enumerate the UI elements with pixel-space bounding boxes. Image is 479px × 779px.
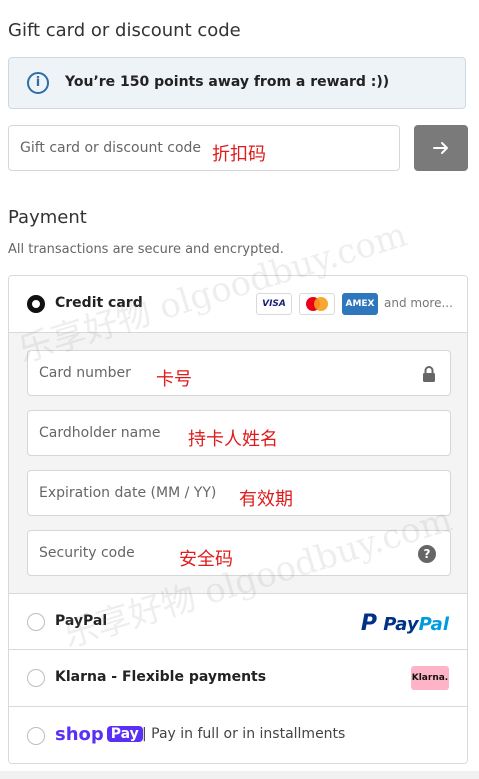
reward-info-banner: i You’re 150 points away from a reward :… xyxy=(8,57,466,109)
paypal-label: PayPal xyxy=(55,613,108,629)
expiration-date-field[interactable]: Expiration date (MM / YY) 有效期 xyxy=(27,470,451,516)
expiration-date-placeholder: Expiration date (MM / YY) xyxy=(39,485,217,501)
apply-code-button[interactable] xyxy=(414,125,468,171)
security-code-annotation: 安全码 xyxy=(179,549,233,570)
shop-pay-description: | Pay in full or in installments xyxy=(142,726,346,742)
info-icon: i xyxy=(27,72,49,94)
cardholder-name-annotation: 持卡人姓名 xyxy=(188,429,278,450)
credit-card-fields: Card number 卡号 Cardholder name 持卡人姓名 Exp… xyxy=(9,333,467,594)
payment-security-note: All transactions are secure and encrypte… xyxy=(8,242,284,257)
paypal-logo-icon: P PayPal xyxy=(360,611,449,636)
cardholder-name-placeholder: Cardholder name xyxy=(39,425,161,441)
gift-code-placeholder: Gift card or discount code xyxy=(20,140,202,156)
shop-pay-option[interactable]: shop Pay | Pay in full or in installments xyxy=(9,707,467,763)
card-number-placeholder: Card number xyxy=(39,365,131,381)
mastercard-icon xyxy=(299,293,335,315)
gift-section-title: Gift card or discount code xyxy=(8,20,241,41)
security-code-placeholder: Security code xyxy=(39,545,135,561)
arrow-right-icon xyxy=(433,142,448,154)
bottom-strip xyxy=(0,771,479,779)
more-cards-text: and more... xyxy=(384,296,453,310)
klarna-option[interactable]: Klarna - Flexible payments Klarna. xyxy=(9,650,467,707)
credit-card-radio[interactable] xyxy=(27,295,45,313)
reward-info-text: You’re 150 points away from a reward :)) xyxy=(65,74,390,90)
klarna-label: Klarna - Flexible payments xyxy=(55,669,267,685)
klarna-logo-icon: Klarna. xyxy=(411,666,449,690)
klarna-radio[interactable] xyxy=(27,669,45,687)
visa-icon: VISA xyxy=(256,293,292,315)
paypal-option[interactable]: PayPal P PayPal xyxy=(9,594,467,650)
payment-section-title: Payment xyxy=(8,207,87,228)
security-code-field[interactable]: Security code 安全码 ? xyxy=(27,530,451,576)
lock-icon xyxy=(423,366,435,382)
gift-code-input[interactable]: Gift card or discount code 折扣码 xyxy=(8,125,400,171)
gift-code-annotation: 折扣码 xyxy=(212,144,266,165)
card-number-annotation: 卡号 xyxy=(156,369,192,390)
amex-icon: AMEX xyxy=(342,293,378,315)
payment-methods: Credit card VISA AMEX and more... Card n… xyxy=(8,275,468,764)
credit-card-label: Credit card xyxy=(55,295,143,311)
credit-card-option[interactable]: Credit card VISA AMEX and more... xyxy=(9,276,467,333)
shop-pay-logo-icon: shop Pay xyxy=(55,724,143,745)
cardholder-name-field[interactable]: Cardholder name 持卡人姓名 xyxy=(27,410,451,456)
expiration-date-annotation: 有效期 xyxy=(239,489,293,510)
paypal-radio[interactable] xyxy=(27,613,45,631)
help-icon[interactable]: ? xyxy=(418,545,436,563)
card-number-field[interactable]: Card number 卡号 xyxy=(27,350,451,396)
shop-pay-radio[interactable] xyxy=(27,727,45,745)
